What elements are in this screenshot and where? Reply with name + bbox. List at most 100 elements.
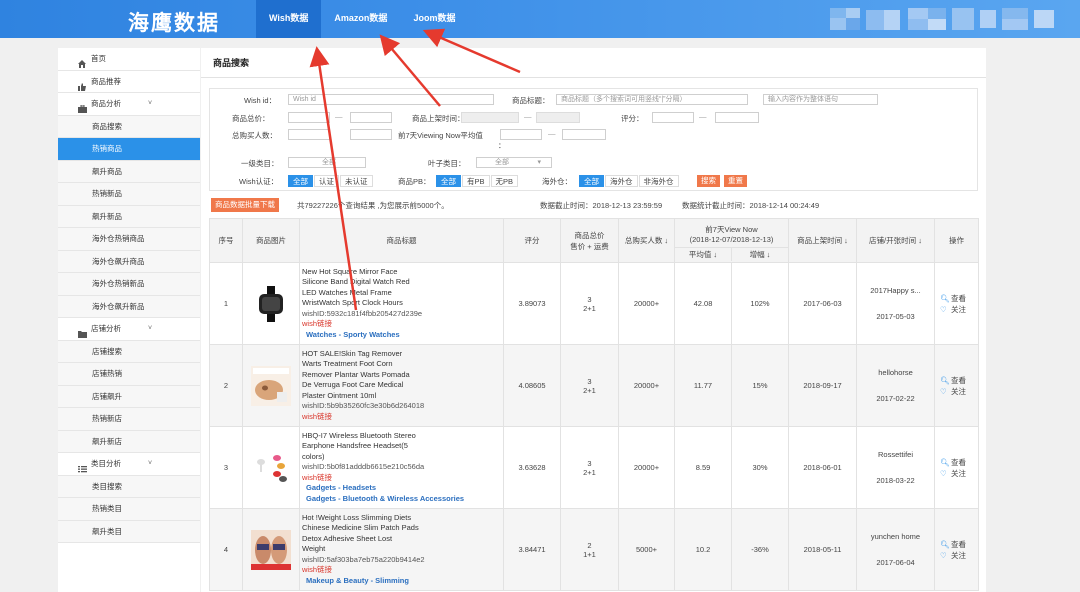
exclude-input[interactable]: 输入内容作为整体语句 — [763, 94, 878, 105]
sidebar-item-8[interactable]: 海外仓热销商品 — [58, 228, 200, 251]
wish-auth-unverified[interactable]: 未认证 — [340, 175, 373, 187]
product-title[interactable]: HOT SALE!Skin Tag Remover Warts Treatment… — [299, 344, 504, 427]
cat1-select[interactable]: 全部 — [288, 157, 366, 168]
listed-to-input[interactable] — [536, 112, 580, 123]
sidebar-item-3[interactable]: 商品搜索 — [58, 115, 200, 138]
sidebar-item-4[interactable]: 热销商品 — [58, 138, 200, 161]
sidebar-item-18[interactable]: 类目分析 ˅ — [58, 453, 200, 476]
sidebar-item-0[interactable]: 首页 — [58, 48, 200, 71]
sidebar-item-10[interactable]: 海外仓热销新品 — [58, 273, 200, 296]
rating-min-input[interactable] — [652, 112, 694, 123]
wish-link[interactable]: wish链接 — [302, 319, 503, 330]
tab-wish[interactable]: Wish数据 — [256, 0, 322, 38]
shop-cell[interactable]: yunchen home 2017-06-04 — [856, 508, 935, 591]
rating: 3.63628 — [503, 426, 561, 509]
wish-link[interactable]: wish链接 — [302, 565, 503, 576]
sidebar-item-15[interactable]: 店铺飙升 — [58, 385, 200, 408]
col-viewing-avg[interactable]: 平均值 ↓ — [675, 248, 732, 261]
col-shop[interactable]: 店铺/开张时间 ↓ — [856, 218, 935, 263]
follow-button[interactable]: ♡ 关注 — [940, 304, 978, 315]
tab-amazon[interactable]: Amazon数据 — [321, 0, 400, 38]
overseas-yes[interactable]: 海外仓 — [605, 175, 638, 187]
col-image: 商品图片 — [242, 218, 300, 263]
product-image[interactable] — [242, 426, 300, 509]
product-title[interactable]: Hot !Weight Loss Slimming Diets Chinese M… — [299, 508, 504, 591]
tab-joom[interactable]: Joom数据 — [400, 0, 468, 38]
shop-cell[interactable]: 2017Happy s... 2017-05-03 — [856, 262, 935, 345]
col-buyers[interactable]: 总购买人数 ↓ — [618, 218, 675, 263]
product-title[interactable]: HBQ-I7 Wireless Bluetooth Stereo Earphone… — [299, 426, 504, 509]
pb-yes[interactable]: 有PB — [462, 175, 490, 187]
sidebar-item-11[interactable]: 海外仓飙升新品 — [58, 295, 200, 318]
price-breakdown: 2+1 — [583, 467, 596, 477]
ops-cell: 🔍︎查看 ♡ 关注 — [934, 262, 979, 345]
listed-from-input[interactable] — [461, 112, 519, 123]
wish-id: wishID:5af303ba7eb75a220b9414e2 — [302, 554, 425, 564]
sidebar-item-13[interactable]: 店铺搜索 — [58, 340, 200, 363]
sidebar-item-6[interactable]: 热销新品 — [58, 183, 200, 206]
wish-link[interactable]: wish链接 — [302, 412, 503, 423]
sidebar-item-1[interactable]: 商品推荐 — [58, 70, 200, 93]
view-button[interactable]: 🔍︎查看 — [940, 375, 978, 386]
sidebar-item-5[interactable]: 飙升商品 — [58, 160, 200, 183]
title-input[interactable]: 商品标题（多个搜索词可用竖线“|”分隔） — [556, 94, 748, 105]
viewing-max-input[interactable] — [562, 129, 606, 140]
category-link[interactable]: Watches - Sporty Watches — [302, 330, 503, 341]
rating-max-input[interactable] — [715, 112, 759, 123]
viewing-growth: 102% — [731, 262, 789, 345]
col-listed[interactable]: 商品上架时间 ↓ — [788, 218, 857, 263]
sidebar-item-2[interactable]: 商品分析 ˅ — [58, 93, 200, 116]
sidebar-item-7[interactable]: 飙升新品 — [58, 205, 200, 228]
sidebar-item-17[interactable]: 飙升新店 — [58, 430, 200, 453]
buyers-max-input[interactable] — [350, 129, 392, 140]
product-title[interactable]: New Hot Square Mirror Face Silicone Band … — [299, 262, 504, 345]
view-button[interactable]: 🔍︎查看 — [940, 457, 978, 468]
search-button[interactable]: 搜索 — [697, 175, 720, 187]
pb-no[interactable]: 无PB — [490, 175, 519, 187]
app-logo[interactable]: 海鹰数据 — [128, 7, 220, 37]
wish-id-input[interactable]: Wish id — [288, 94, 494, 105]
buyers-min-input[interactable] — [288, 129, 330, 140]
viewing-growth: -36% — [731, 508, 789, 591]
sidebar-item-label: 商品推荐 — [91, 76, 121, 86]
wish-auth-all[interactable]: 全部 — [288, 175, 313, 187]
title-line: Weight — [302, 544, 326, 554]
col-viewing-growth[interactable]: 增幅 ↓ — [732, 248, 788, 261]
view-button[interactable]: 🔍︎查看 — [940, 293, 978, 304]
follow-button[interactable]: ♡ 关注 — [940, 550, 978, 561]
reset-button[interactable]: 重置 — [724, 175, 747, 187]
price-max-input[interactable] — [350, 112, 392, 123]
follow-button[interactable]: ♡ 关注 — [940, 468, 978, 479]
view-button[interactable]: 🔍︎查看 — [940, 539, 978, 550]
category-link[interactable]: Gadgets - Headsets — [302, 483, 503, 494]
viewing-avg: 42.08 — [674, 262, 732, 345]
sidebar-item-20[interactable]: 热销类目 — [58, 498, 200, 521]
overseas-all[interactable]: 全部 — [579, 175, 604, 187]
wish-auth-verified[interactable]: 认证 — [314, 175, 339, 187]
bulk-download-button[interactable]: 商品数据批量下载 — [211, 198, 279, 212]
briefcase-icon — [78, 100, 87, 113]
sidebar-item-19[interactable]: 类目搜索 — [58, 475, 200, 498]
sidebar-item-21[interactable]: 飙升类目 — [58, 520, 200, 543]
shop-cell[interactable]: Rossettifei 2018-03-22 — [856, 426, 935, 509]
view-label: 查看 — [951, 293, 966, 303]
sidebar-item-16[interactable]: 热销新店 — [58, 408, 200, 431]
sidebar-item-12[interactable]: 店铺分析 ˅ — [58, 318, 200, 341]
leaf-cat-select[interactable]: 全部 ▾ — [476, 157, 552, 168]
sidebar-item-9[interactable]: 海外仓飙升商品 — [58, 250, 200, 273]
viewing-min-input[interactable] — [500, 129, 542, 140]
sidebar-item-14[interactable]: 店铺热销 — [58, 363, 200, 386]
col-price[interactable]: 商品总价 售价 + 运费 — [560, 218, 619, 263]
product-image[interactable] — [242, 508, 300, 591]
category-link[interactable]: Makeup & Beauty - Slimming — [302, 576, 503, 587]
price-min-input[interactable] — [288, 112, 330, 123]
product-image[interactable] — [242, 262, 300, 345]
overseas-no[interactable]: 非海外仓 — [638, 175, 679, 187]
pb-all[interactable]: 全部 — [436, 175, 461, 187]
wish-link[interactable]: wish链接 — [302, 473, 503, 484]
follow-button[interactable]: ♡ 关注 — [940, 386, 978, 397]
shop-cell[interactable]: hellohorse 2017-02-22 — [856, 344, 935, 427]
category-link[interactable]: Gadgets - Bluetooth & Wireless Accessori… — [302, 494, 503, 505]
product-image[interactable] — [242, 344, 300, 427]
col-rating[interactable]: 评分 — [503, 218, 561, 263]
